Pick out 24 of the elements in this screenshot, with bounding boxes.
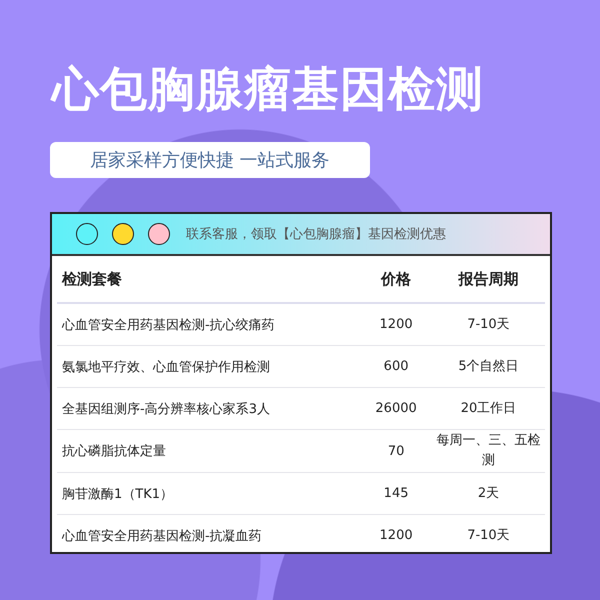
table-cell-text: 氨氯地平疗效、心血管保护作用检测: [62, 358, 270, 376]
table-cell-text: 全基因组测序-高分辨率核心家系3人: [62, 400, 270, 418]
table-cell: 1200: [380, 317, 413, 332]
promo-text: 联系客服，领取【心包胸腺瘤】基因检测优惠: [186, 226, 446, 243]
table-cell-text: 胸苷激酶1（TK1）: [62, 486, 174, 502]
table-cell-text: 5个自然日: [458, 358, 519, 376]
headline: 心包胸腺瘤基因检测: [52, 61, 485, 119]
table-cell-text: 抗心磷脂抗体定量: [62, 443, 166, 460]
table-cell-text: 2天: [478, 484, 500, 502]
subtitle-banner: 居家采样方便快捷 一站式服务: [50, 142, 370, 178]
table-cell-text: 心血管安全用药基因检测-抗凝血药: [62, 528, 262, 544]
column-header: 检测套餐: [62, 270, 122, 288]
table-cell-text: 心血管安全用药基因检测-抗心绞痛药: [62, 316, 275, 334]
column-header: 价格: [381, 270, 412, 288]
table-cell: 145: [384, 486, 408, 501]
table-cell: 600: [384, 359, 408, 374]
table-cell: 70: [388, 444, 404, 458]
table-cell: 1200: [380, 528, 413, 543]
table-cell-text: 每周一、三、五检测: [435, 432, 542, 470]
table-cell: 26000: [375, 401, 417, 416]
table-cell-text: 20工作日: [460, 400, 516, 418]
table-cell-text: 7-10天: [467, 316, 510, 334]
column-header: 报告周期: [458, 270, 518, 288]
table-cell-text: 7-10天: [467, 526, 510, 544]
